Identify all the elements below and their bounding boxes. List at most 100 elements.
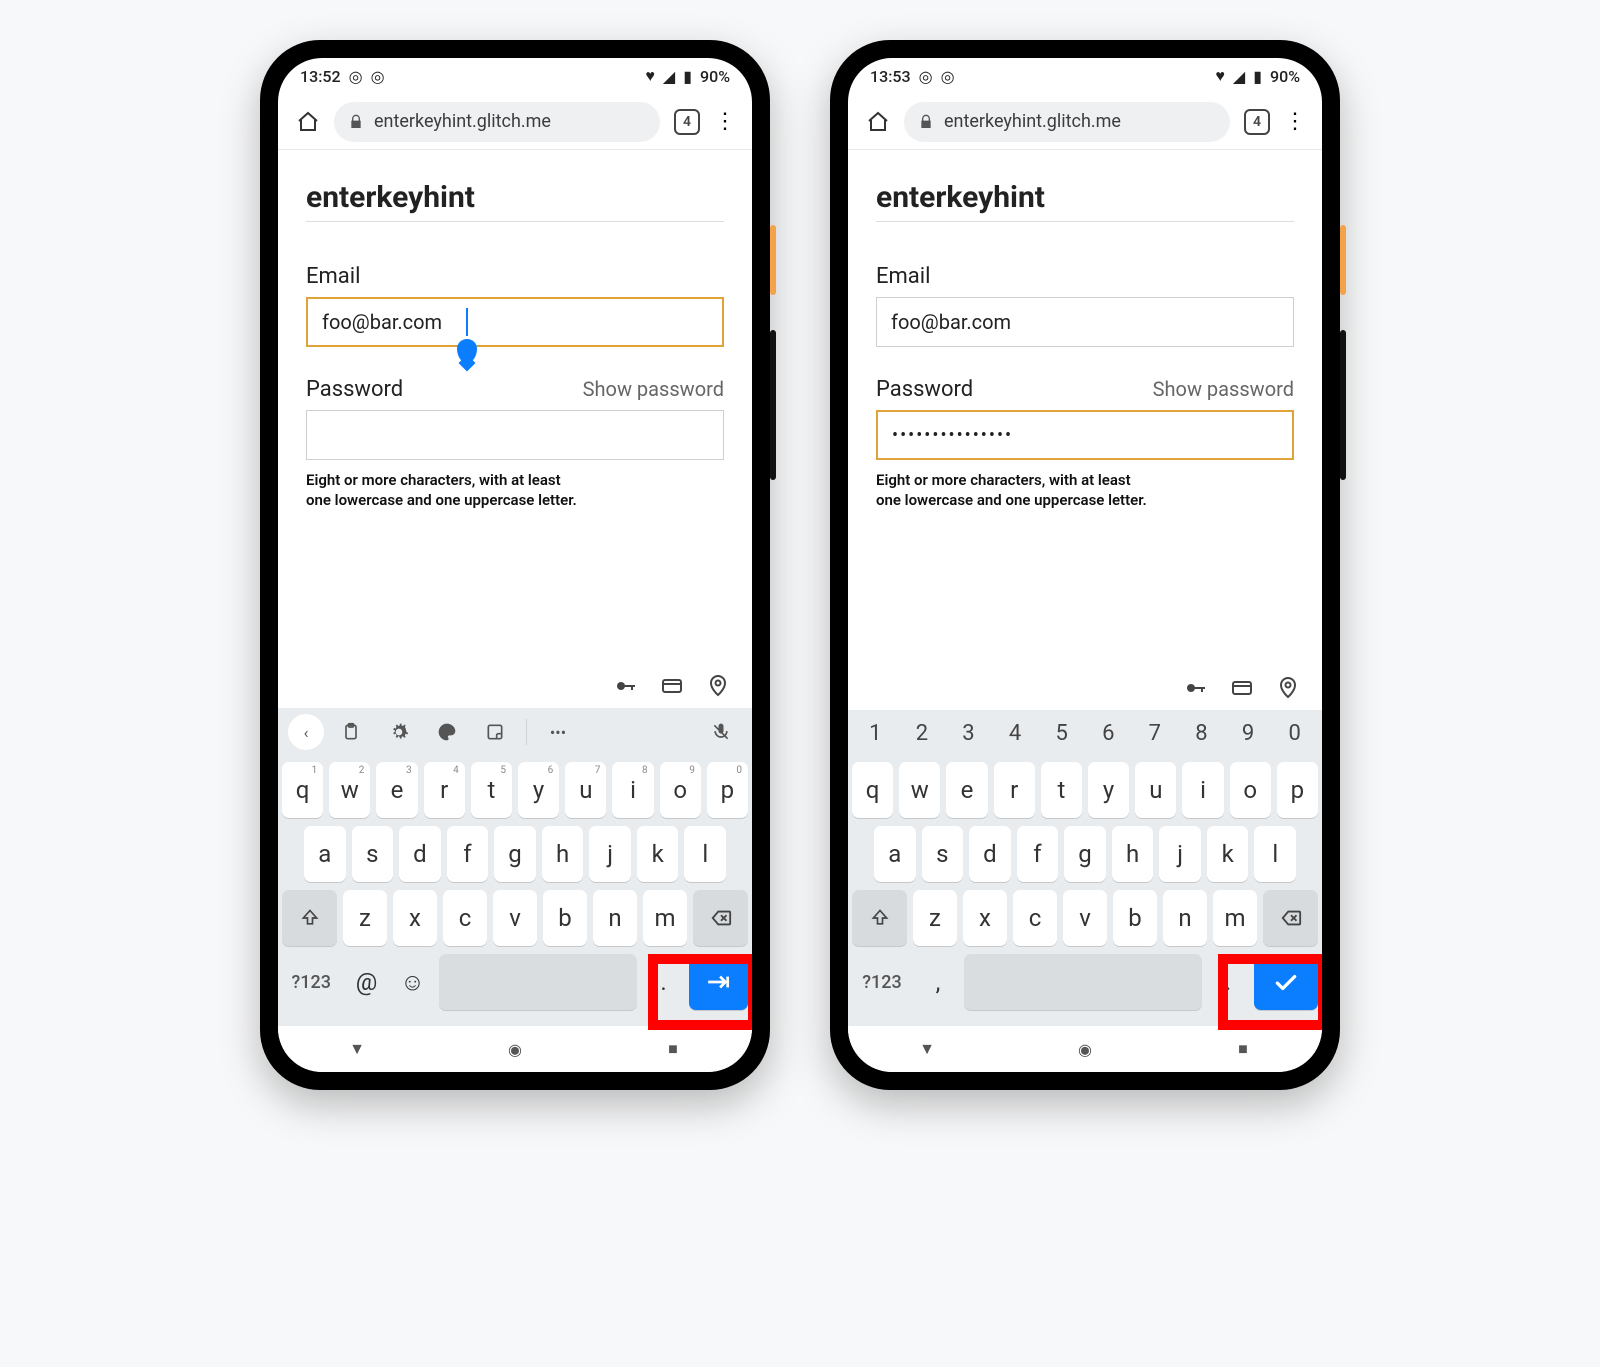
key-g[interactable]: g xyxy=(1064,826,1106,882)
key-q[interactable]: q xyxy=(852,762,893,818)
back-chevron-icon[interactable]: ‹ xyxy=(288,714,324,750)
symbols-key[interactable]: ?123 xyxy=(852,954,912,1010)
location-icon[interactable] xyxy=(706,674,730,698)
key-j[interactable]: j xyxy=(1159,826,1201,882)
key-m[interactable]: m xyxy=(1213,890,1257,946)
period-key[interactable]: . xyxy=(1208,954,1248,1010)
key-p[interactable]: p xyxy=(1277,762,1318,818)
emoji-key[interactable]: ☺ xyxy=(393,954,433,1010)
key-a[interactable]: a xyxy=(304,826,346,882)
key-k[interactable]: k xyxy=(637,826,679,882)
key-f[interactable]: f xyxy=(1017,826,1059,882)
key-x[interactable]: x xyxy=(393,890,437,946)
key-h[interactable]: h xyxy=(542,826,584,882)
key-e[interactable]: e3 xyxy=(376,762,417,818)
password-field[interactable]: ••••••••••••••• xyxy=(876,410,1294,460)
nav-back-icon[interactable]: ▼ xyxy=(345,1037,369,1061)
key-d[interactable]: d xyxy=(969,826,1011,882)
show-password-toggle[interactable]: Show password xyxy=(1153,377,1294,401)
backspace-key[interactable] xyxy=(693,890,748,946)
home-icon[interactable] xyxy=(866,110,890,134)
key-y[interactable]: y6 xyxy=(518,762,559,818)
numkey-2[interactable]: 2 xyxy=(899,710,946,756)
key-y[interactable]: y xyxy=(1088,762,1129,818)
palette-icon[interactable] xyxy=(426,714,468,750)
nav-home-icon[interactable]: ◉ xyxy=(1073,1037,1097,1061)
key-p[interactable]: p0 xyxy=(707,762,748,818)
mic-off-icon[interactable] xyxy=(700,714,742,750)
key-t[interactable]: t xyxy=(1041,762,1082,818)
numkey-7[interactable]: 7 xyxy=(1132,710,1179,756)
key-u[interactable]: u xyxy=(1135,762,1176,818)
key-icon[interactable] xyxy=(1184,676,1208,700)
shift-key[interactable] xyxy=(852,890,907,946)
numkey-4[interactable]: 4 xyxy=(992,710,1039,756)
password-field[interactable] xyxy=(306,410,724,460)
period-key[interactable]: . xyxy=(643,954,683,1010)
numkey-6[interactable]: 6 xyxy=(1085,710,1132,756)
nav-recents-icon[interactable]: ■ xyxy=(661,1037,685,1061)
key-v[interactable]: v xyxy=(1063,890,1107,946)
key-c[interactable]: c xyxy=(1013,890,1057,946)
key-q[interactable]: q1 xyxy=(282,762,323,818)
key-f[interactable]: f xyxy=(447,826,489,882)
key-c[interactable]: c xyxy=(443,890,487,946)
tab-switcher[interactable]: 4 xyxy=(1244,109,1270,135)
numkey-3[interactable]: 3 xyxy=(945,710,992,756)
email-field[interactable] xyxy=(876,297,1294,347)
key-h[interactable]: h xyxy=(1112,826,1154,882)
backspace-key[interactable] xyxy=(1263,890,1318,946)
space-key[interactable] xyxy=(439,954,638,1010)
numkey-1[interactable]: 1 xyxy=(852,710,899,756)
enter-key-next[interactable] xyxy=(689,954,748,1010)
enter-key-done[interactable] xyxy=(1254,954,1318,1010)
key-r[interactable]: r4 xyxy=(424,762,465,818)
key-i[interactable]: i xyxy=(1182,762,1223,818)
gear-icon[interactable] xyxy=(378,714,420,750)
key-z[interactable]: z xyxy=(913,890,957,946)
key-i[interactable]: i8 xyxy=(612,762,653,818)
key-e[interactable]: e xyxy=(946,762,987,818)
key-a[interactable]: a xyxy=(874,826,916,882)
url-bar[interactable]: enterkeyhint.glitch.me xyxy=(904,102,1230,142)
key-b[interactable]: b xyxy=(1113,890,1157,946)
show-password-toggle[interactable]: Show password xyxy=(583,377,724,401)
key-j[interactable]: j xyxy=(589,826,631,882)
card-icon[interactable] xyxy=(1230,676,1254,700)
key-k[interactable]: k xyxy=(1207,826,1249,882)
key-n[interactable]: n xyxy=(1163,890,1207,946)
sticker-icon[interactable] xyxy=(474,714,516,750)
key-m[interactable]: m xyxy=(643,890,687,946)
key-t[interactable]: t5 xyxy=(471,762,512,818)
numkey-0[interactable]: 0 xyxy=(1271,710,1318,756)
key-d[interactable]: d xyxy=(399,826,441,882)
key-l[interactable]: l xyxy=(684,826,726,882)
key-icon[interactable] xyxy=(614,674,638,698)
space-key[interactable] xyxy=(964,954,1202,1010)
key-l[interactable]: l xyxy=(1254,826,1296,882)
key-o[interactable]: o xyxy=(1230,762,1271,818)
key-s[interactable]: s xyxy=(352,826,394,882)
key-o[interactable]: o9 xyxy=(660,762,701,818)
key-n[interactable]: n xyxy=(593,890,637,946)
numkey-8[interactable]: 8 xyxy=(1178,710,1225,756)
shift-key[interactable] xyxy=(282,890,337,946)
email-field[interactable] xyxy=(306,297,724,347)
more-icon[interactable]: ••• xyxy=(537,714,579,750)
key-z[interactable]: z xyxy=(343,890,387,946)
nav-home-icon[interactable]: ◉ xyxy=(503,1037,527,1061)
location-icon[interactable] xyxy=(1276,676,1300,700)
url-bar[interactable]: enterkeyhint.glitch.me xyxy=(334,102,660,142)
card-icon[interactable] xyxy=(660,674,684,698)
key-v[interactable]: v xyxy=(493,890,537,946)
key-x[interactable]: x xyxy=(963,890,1007,946)
key-s[interactable]: s xyxy=(922,826,964,882)
key-g[interactable]: g xyxy=(494,826,536,882)
key-w[interactable]: w2 xyxy=(329,762,370,818)
symbols-key[interactable]: ?123 xyxy=(282,954,341,1010)
comma-key[interactable]: , xyxy=(918,954,958,1010)
numkey-9[interactable]: 9 xyxy=(1225,710,1272,756)
key-u[interactable]: u7 xyxy=(565,762,606,818)
key-b[interactable]: b xyxy=(543,890,587,946)
nav-recents-icon[interactable]: ■ xyxy=(1231,1037,1255,1061)
